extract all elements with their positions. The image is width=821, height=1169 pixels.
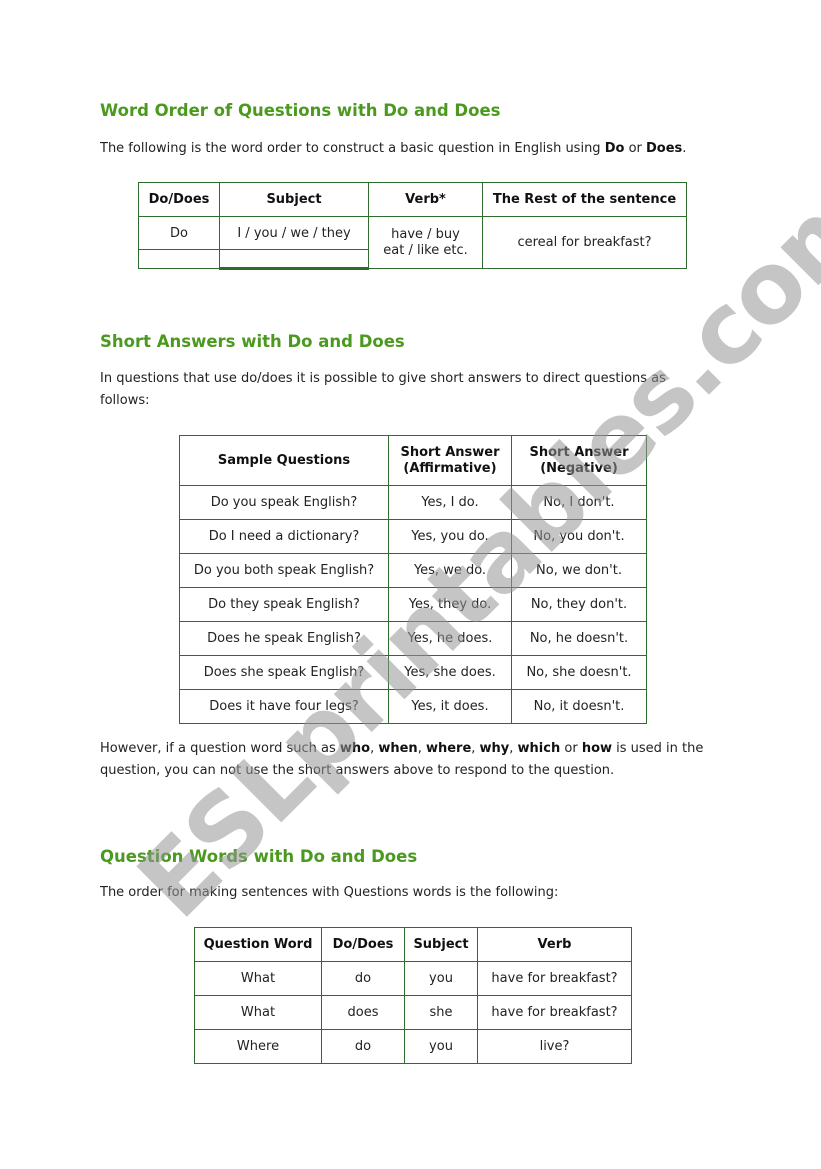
cell-question: Do you both speak English? xyxy=(179,553,389,588)
header-rest: The Rest of the sentence xyxy=(482,182,687,217)
table-row: Do I need a dictionary? Yes, you do. No,… xyxy=(179,519,647,554)
cell-affirmative: Yes, he does. xyxy=(388,621,512,656)
cell-affirmative: Yes, I do. xyxy=(388,485,512,520)
header-subject: Subject xyxy=(404,927,478,962)
cell-verb: have / buy eat / like etc. xyxy=(368,216,483,269)
cell-affirmative: Yes, it does. xyxy=(388,689,512,724)
cell-question: Do they speak English? xyxy=(179,587,389,622)
section2-note: However, if a question word such as who,… xyxy=(100,741,704,778)
section2-intro: In questions that use do/does it is poss… xyxy=(100,371,666,408)
section1-title: Word Order of Questions with Do and Does xyxy=(100,101,501,120)
cell-question: Do you speak English? xyxy=(179,485,389,520)
header-subject: Subject xyxy=(219,182,369,217)
table-row: What do you have for breakfast? xyxy=(194,961,632,996)
table-row: What does she have for breakfast? xyxy=(194,995,632,1030)
cell-affirmative: Yes, she does. xyxy=(388,655,512,690)
table-header-row: Do/Does Subject Verb* The Rest of the se… xyxy=(138,182,687,217)
table-row: Do you speak English? Yes, I do. No, I d… xyxy=(179,485,647,520)
cell-verb: have for breakfast? xyxy=(477,961,632,996)
header-negative: Short Answer (Negative) xyxy=(511,435,647,486)
section3-title: Question Words with Do and Does xyxy=(100,847,418,866)
section1-intro: The following is the word order to const… xyxy=(100,141,687,156)
cell-question: Does it have four legs? xyxy=(179,689,389,724)
cell-subject: I / you / we / they xyxy=(219,216,369,250)
section3-intro: The order for making sentences with Ques… xyxy=(100,885,559,900)
table-row: Where do you live? xyxy=(194,1029,632,1064)
header-question-word: Question Word xyxy=(194,927,322,962)
cell-question: Do I need a dictionary? xyxy=(179,519,389,554)
cell-negative: No, she doesn't. xyxy=(511,655,647,690)
cell-affirmative: Yes, we do. xyxy=(388,553,512,588)
header-affirmative: Short Answer (Affirmative) xyxy=(388,435,512,486)
cell-empty xyxy=(219,249,369,270)
cell-subject: you xyxy=(404,961,478,996)
cell-empty xyxy=(138,249,220,269)
table-row: Do they speak English? Yes, they do. No,… xyxy=(179,587,647,622)
cell-negative: No, they don't. xyxy=(511,587,647,622)
question-words-table: Question Word Do/Does Subject Verb What … xyxy=(194,927,632,1064)
cell-verb: live? xyxy=(477,1029,632,1064)
header-do-does: Do/Does xyxy=(321,927,405,962)
cell-question: Does he speak English? xyxy=(179,621,389,656)
table-header-row: Sample Questions Short Answer (Affirmativ… xyxy=(179,435,647,486)
table-row: Does he speak English? Yes, he does. No,… xyxy=(179,621,647,656)
cell-rest: cereal for breakfast? xyxy=(482,216,687,269)
table-row: Do you both speak English? Yes, we do. N… xyxy=(179,553,647,588)
cell-affirmative: Yes, you do. xyxy=(388,519,512,554)
cell-negative: No, you don't. xyxy=(511,519,647,554)
table-row: Does it have four legs? Yes, it does. No… xyxy=(179,689,647,724)
header-sample-questions: Sample Questions xyxy=(179,435,389,486)
cell-negative: No, we don't. xyxy=(511,553,647,588)
cell-subject: you xyxy=(404,1029,478,1064)
header-verb: Verb xyxy=(477,927,632,962)
cell-question-word: What xyxy=(194,995,322,1030)
table-row: Does she speak English? Yes, she does. N… xyxy=(179,655,647,690)
short-answers-table: Sample Questions Short Answer (Affirmativ… xyxy=(179,435,647,724)
cell-negative: No, it doesn't. xyxy=(511,689,647,724)
section2-title: Short Answers with Do and Does xyxy=(100,332,405,351)
header-verb: Verb* xyxy=(368,182,483,217)
cell-question-word: What xyxy=(194,961,322,996)
worksheet-page: Word Order of Questions with Do and Does… xyxy=(0,0,821,1169)
cell-do-does: do xyxy=(321,1029,405,1064)
table-row: Do I / you / we / they have / buy eat / l… xyxy=(138,216,687,269)
cell-question-word: Where xyxy=(194,1029,322,1064)
cell-question: Does she speak English? xyxy=(179,655,389,690)
cell-verb: have for breakfast? xyxy=(477,995,632,1030)
cell-do-does: do xyxy=(321,961,405,996)
cell-do-does: does xyxy=(321,995,405,1030)
header-do-does: Do/Does xyxy=(138,182,220,217)
cell-negative: No, I don't. xyxy=(511,485,647,520)
cell-subject: she xyxy=(404,995,478,1030)
table-header-row: Question Word Do/Does Subject Verb xyxy=(194,927,632,962)
cell-do-does: Do xyxy=(138,216,220,250)
word-order-table: Do/Does Subject Verb* The Rest of the se… xyxy=(138,182,687,270)
cell-affirmative: Yes, they do. xyxy=(388,587,512,622)
cell-negative: No, he doesn't. xyxy=(511,621,647,656)
